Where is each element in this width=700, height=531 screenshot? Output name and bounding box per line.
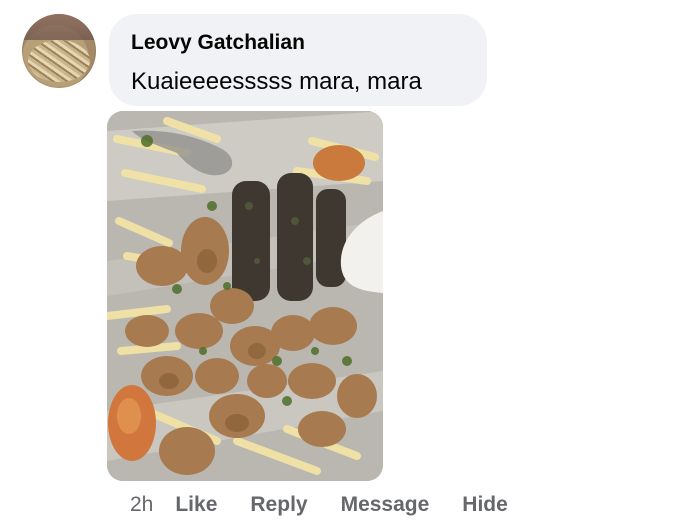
food-platter-image bbox=[107, 111, 383, 481]
comment-author[interactable]: Leovy Gatchalian bbox=[131, 30, 465, 56]
avatar[interactable] bbox=[22, 14, 96, 88]
like-button[interactable]: Like bbox=[175, 493, 217, 517]
message-button[interactable]: Message bbox=[341, 493, 430, 517]
comment-photo[interactable] bbox=[107, 111, 383, 481]
hide-button[interactable]: Hide bbox=[462, 493, 508, 517]
comment-bubble: Leovy Gatchalian Kuaieeeesssss mara, mar… bbox=[109, 14, 487, 106]
comment-text: Kuaieeeesssss mara, mara bbox=[131, 68, 422, 95]
avatar-cloth bbox=[22, 14, 96, 40]
comment-actions: 2h Like Reply Message Hide bbox=[130, 488, 508, 522]
comment-timestamp[interactable]: 2h bbox=[130, 493, 153, 517]
reply-button[interactable]: Reply bbox=[250, 493, 307, 517]
avatar-food bbox=[28, 40, 90, 82]
